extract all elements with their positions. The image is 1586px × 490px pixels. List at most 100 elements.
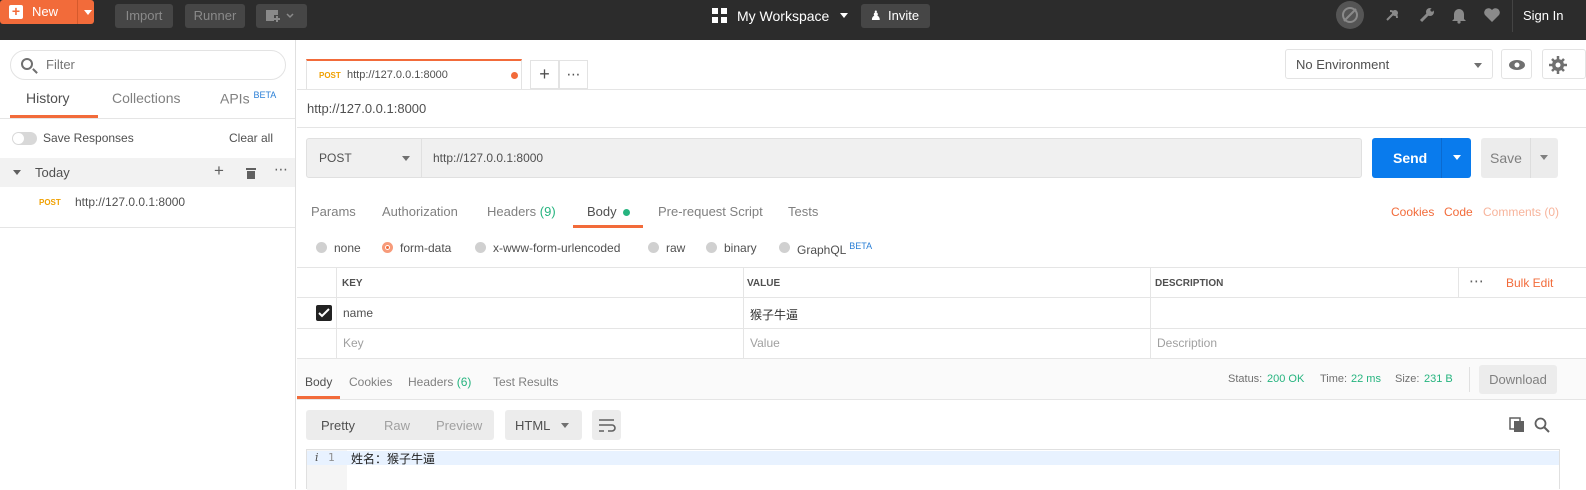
tab-params[interactable]: Params <box>311 204 356 219</box>
import-button[interactable]: Import <box>115 4 173 28</box>
new-tab-button[interactable]: + <box>530 60 559 89</box>
radio-graphql-label: GraphQL BETA <box>797 241 872 257</box>
history-group-label: Today <box>35 165 70 180</box>
active-tab-indicator <box>573 225 643 228</box>
beta-badge: BETA <box>849 241 873 251</box>
format-select[interactable]: HTML <box>505 410 582 440</box>
column-divider <box>743 268 744 359</box>
tab-body[interactable]: Body <box>587 204 630 219</box>
chevron-down-icon <box>1474 63 1482 68</box>
trash-icon[interactable] <box>245 166 257 179</box>
response-tab-test-results[interactable]: Test Results <box>493 375 558 389</box>
radio-raw[interactable] <box>648 242 659 253</box>
tab-tests[interactable]: Tests <box>788 204 818 219</box>
row-enabled-checkbox[interactable] <box>316 305 332 321</box>
method-select[interactable]: POST <box>307 139 422 177</box>
code-link[interactable]: Code <box>1444 205 1473 219</box>
chevron-down-icon[interactable] <box>1540 155 1548 160</box>
radio-urlencoded-label: x-www-form-urlencoded <box>493 241 621 255</box>
chevron-down-icon[interactable] <box>84 10 92 15</box>
key-placeholder[interactable]: Key <box>343 336 364 350</box>
sign-in-button[interactable]: Sign In <box>1523 0 1563 32</box>
send-button[interactable]: Send <box>1372 138 1471 178</box>
wrench-icon[interactable] <box>1418 6 1436 24</box>
add-icon[interactable]: + <box>214 161 224 181</box>
new-button-label: New <box>32 4 59 19</box>
history-item[interactable]: POST http://127.0.0.1:8000 <box>0 190 295 216</box>
manage-environments-button[interactable] <box>1542 49 1586 79</box>
tab-options-button[interactable]: ⋯ <box>559 60 588 89</box>
column-key: KEY <box>342 278 363 289</box>
bell-icon[interactable] <box>1451 6 1467 24</box>
more-icon[interactable]: ⋯ <box>1469 272 1484 290</box>
more-icon: ⋯ <box>566 66 581 82</box>
bulk-edit-link[interactable]: Bulk Edit <box>1506 276 1553 290</box>
size-label: Size: <box>1395 373 1420 385</box>
view-mode-preview[interactable]: Preview <box>436 418 482 433</box>
comments-link[interactable]: Comments (0) <box>1483 205 1559 219</box>
radio-none-label: none <box>334 241 361 255</box>
value-placeholder[interactable]: Value <box>750 336 780 350</box>
clear-all-button[interactable]: Clear all <box>229 131 273 145</box>
url-input[interactable]: http://127.0.0.1:8000 <box>433 151 543 165</box>
url-bar: POST http://127.0.0.1:8000 <box>306 138 1362 178</box>
tab-authorization[interactable]: Authorization <box>382 204 458 219</box>
response-tab-body[interactable]: Body <box>305 375 332 389</box>
chevron-down-icon[interactable] <box>1453 155 1461 160</box>
response-editor[interactable]: i 1 姓名：猴子牛逼 <box>306 449 1560 490</box>
invite-button[interactable]: ♟ Invite <box>861 4 930 28</box>
filter-input[interactable] <box>46 57 276 72</box>
radio-form-data[interactable] <box>382 242 393 253</box>
save-responses-toggle[interactable] <box>12 132 37 145</box>
row-key[interactable]: name <box>343 306 373 320</box>
method-badge: POST <box>319 71 341 80</box>
sync-off-icon-svg <box>1342 7 1358 23</box>
more-icon[interactable]: ⋯ <box>274 161 288 178</box>
view-mode-raw[interactable]: Raw <box>384 418 410 433</box>
history-item-url: http://127.0.0.1:8000 <box>75 195 186 209</box>
sync-off-icon[interactable] <box>1336 1 1364 29</box>
download-button[interactable]: Download <box>1479 365 1557 394</box>
plus-icon: + <box>9 4 23 19</box>
time-label: Time: <box>1320 373 1348 385</box>
tab-history[interactable]: History <box>26 90 70 118</box>
runner-button[interactable]: Runner <box>185 4 245 28</box>
radio-graphql[interactable] <box>779 242 790 253</box>
tab-collections[interactable]: Collections <box>112 90 180 118</box>
new-window-button[interactable] <box>256 4 307 28</box>
filter-field[interactable] <box>10 50 286 80</box>
row-value[interactable]: 猴子牛逼 <box>750 306 798 323</box>
environment-select[interactable]: No Environment <box>1285 49 1493 79</box>
time-value: 22 ms <box>1351 373 1381 385</box>
active-line <box>307 451 1559 465</box>
divider <box>297 399 1586 400</box>
satellite-icon[interactable] <box>1384 6 1402 24</box>
view-mode-pretty[interactable]: Pretty <box>321 418 355 433</box>
request-tab[interactable]: POST http://127.0.0.1:8000 <box>306 59 522 90</box>
column-divider <box>336 268 337 359</box>
radio-none[interactable] <box>316 242 327 253</box>
eye-icon <box>1509 60 1525 70</box>
heart-icon[interactable] <box>1483 7 1501 23</box>
response-body-text: 姓名：猴子牛逼 <box>351 452 436 466</box>
copy-icon[interactable] <box>1509 417 1525 433</box>
chevron-down-icon <box>402 156 410 161</box>
description-placeholder[interactable]: Description <box>1157 336 1217 350</box>
history-group-today[interactable]: Today + ⋯ <box>0 158 295 187</box>
cookies-link[interactable]: Cookies <box>1391 205 1434 219</box>
response-tab-cookies[interactable]: Cookies <box>349 375 392 389</box>
response-header <box>297 359 1586 399</box>
radio-binary[interactable] <box>706 242 717 253</box>
tab-headers[interactable]: Headers (9) <box>487 204 556 219</box>
line-number: 1 <box>328 451 335 464</box>
tab-apis[interactable]: APIs BETA <box>220 90 276 118</box>
save-button[interactable]: Save <box>1481 138 1558 178</box>
search-icon[interactable] <box>1534 417 1550 433</box>
response-tab-headers[interactable]: Headers (6) <box>408 375 471 389</box>
tab-pre-request-script[interactable]: Pre-request Script <box>658 204 763 219</box>
wrap-lines-button[interactable] <box>592 410 621 440</box>
response-headers-label: Headers <box>408 375 454 389</box>
radio-urlencoded[interactable] <box>475 242 486 253</box>
environment-quick-look-button[interactable] <box>1501 49 1532 79</box>
new-button[interactable]: + New <box>0 0 94 24</box>
